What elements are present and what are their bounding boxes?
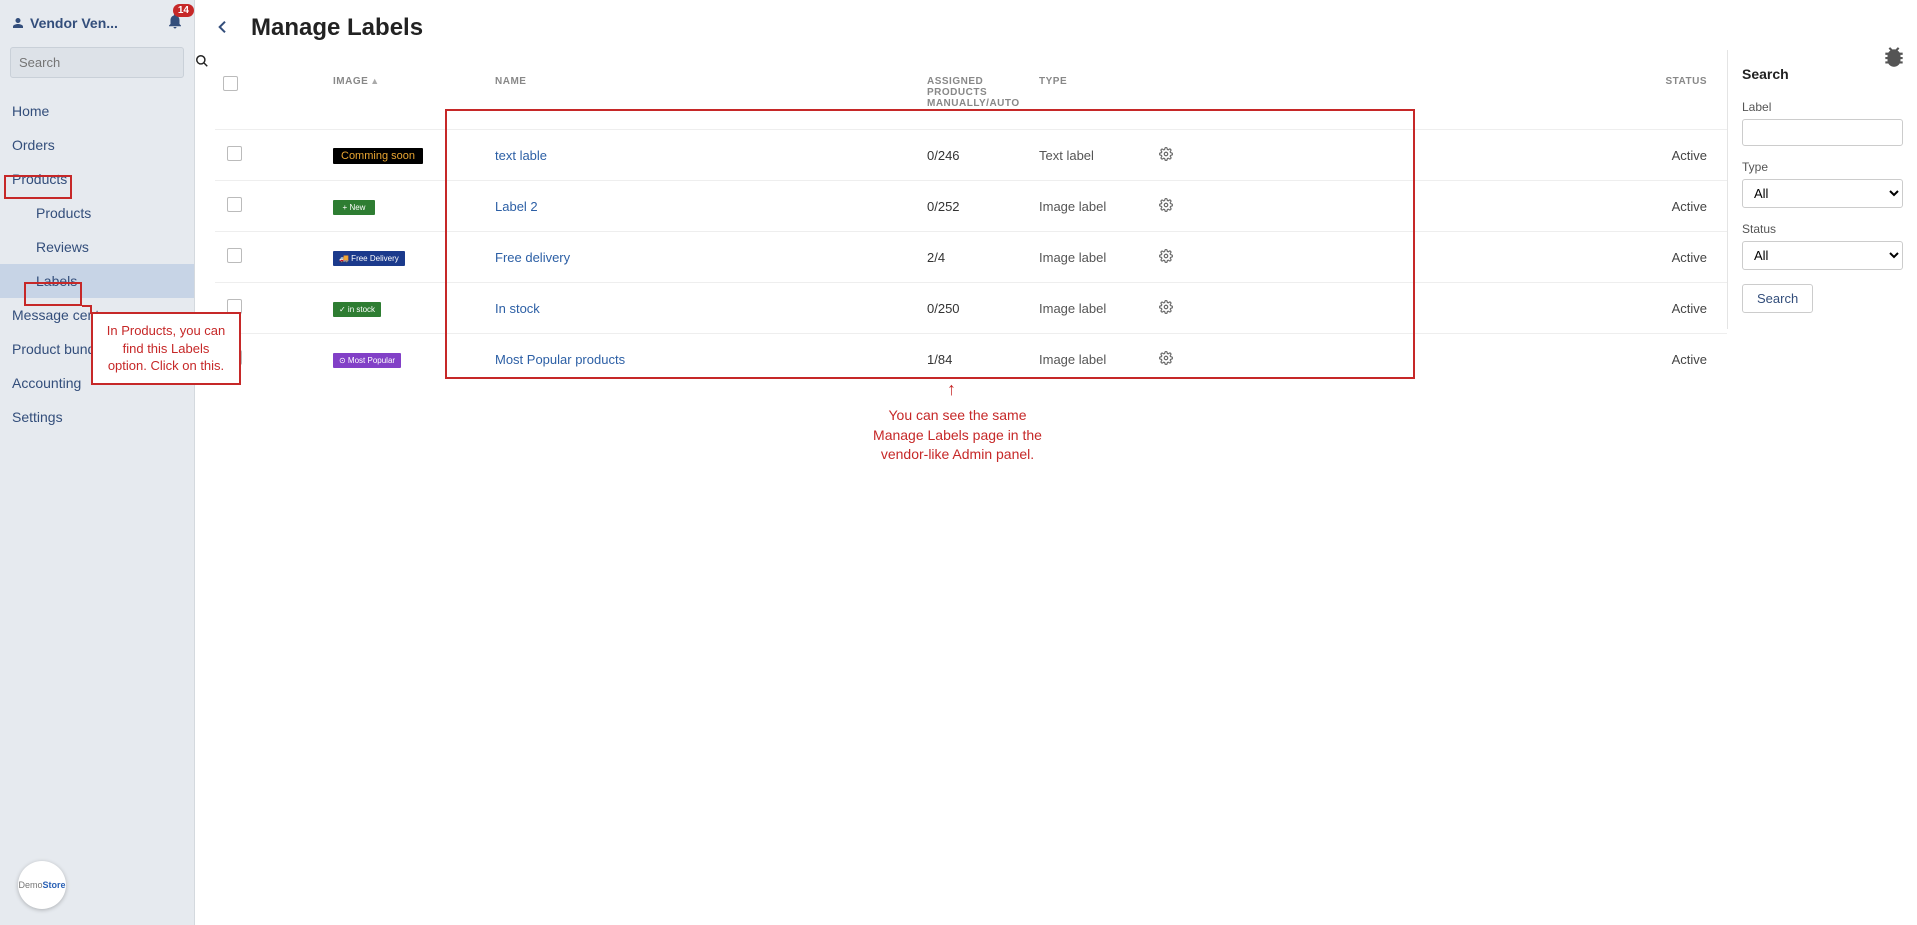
sidebar-item-products[interactable]: Products bbox=[0, 162, 194, 196]
sidebar-search[interactable] bbox=[10, 47, 184, 78]
table-row: ✓ in stock In stock 0/250Image label Active bbox=[215, 283, 1727, 334]
gear-icon bbox=[1159, 147, 1173, 161]
label-preview: ✓ in stock bbox=[333, 302, 381, 317]
vendor-selector[interactable]: Vendor Ven... bbox=[12, 15, 118, 31]
notifications-button[interactable]: 14 bbox=[166, 12, 184, 33]
col-image[interactable]: IMAGE▲ bbox=[263, 66, 487, 130]
status-cell[interactable]: Active bbox=[1211, 283, 1727, 334]
label-name-link[interactable]: In stock bbox=[495, 301, 540, 316]
label-field[interactable] bbox=[1742, 119, 1903, 146]
status-field-label: Status bbox=[1742, 222, 1903, 236]
main: Manage Labels IMAGE▲ NAME ASSIGNED PRODU… bbox=[195, 0, 1917, 925]
labels-table: IMAGE▲ NAME ASSIGNED PRODUCTS MANUALLY/A… bbox=[215, 66, 1727, 384]
user-icon bbox=[12, 17, 24, 29]
label-preview: + New bbox=[333, 200, 375, 215]
label-preview: 🚚 Free Delivery bbox=[333, 251, 405, 266]
col-status[interactable]: STATUS bbox=[1211, 66, 1727, 130]
assigned-cell: 1/84 bbox=[919, 334, 1031, 385]
sidebar-item-settings[interactable]: Settings bbox=[0, 400, 194, 434]
sidebar: Vendor Ven... 14 Home Orders Products Pr… bbox=[0, 0, 195, 925]
store-badge[interactable]: DemoStore bbox=[18, 861, 66, 909]
type-field-label: Type bbox=[1742, 160, 1903, 174]
notification-count: 14 bbox=[173, 4, 194, 17]
gear-icon bbox=[1159, 300, 1173, 314]
back-button[interactable] bbox=[215, 19, 231, 38]
col-type[interactable]: TYPE bbox=[1031, 66, 1151, 130]
label-name-link[interactable]: Label 2 bbox=[495, 199, 538, 214]
row-checkbox[interactable] bbox=[227, 197, 242, 212]
status-cell[interactable]: Active bbox=[1211, 130, 1727, 181]
gear-icon bbox=[1159, 198, 1173, 212]
type-cell: Image label bbox=[1031, 334, 1151, 385]
status-cell[interactable]: Active bbox=[1211, 181, 1727, 232]
status-cell[interactable]: Active bbox=[1211, 232, 1727, 283]
sidebar-nav: Home Orders Products Products Reviews La… bbox=[0, 88, 194, 440]
store-badge-demo: Demo bbox=[18, 880, 42, 890]
sidebar-search-input[interactable] bbox=[19, 55, 195, 70]
row-settings-button[interactable] bbox=[1159, 353, 1173, 368]
search-button[interactable]: Search bbox=[1742, 284, 1813, 313]
label-name-link[interactable]: Most Popular products bbox=[495, 352, 625, 367]
label-name-link[interactable]: Free delivery bbox=[495, 250, 570, 265]
bug-report-button[interactable] bbox=[1881, 44, 1907, 73]
status-cell[interactable]: Active bbox=[1211, 334, 1727, 385]
annotation-arrow-up-icon: ↑ bbox=[947, 380, 956, 398]
row-settings-button[interactable] bbox=[1159, 149, 1173, 164]
col-name[interactable]: NAME bbox=[487, 66, 919, 130]
type-cell: Text label bbox=[1031, 130, 1151, 181]
select-all-checkbox[interactable] bbox=[223, 76, 238, 91]
table-row: Comming soon text lable 0/246Text label Act… bbox=[215, 130, 1727, 181]
type-cell: Image label bbox=[1031, 232, 1151, 283]
annotation-products-text: In Products, you can find this Labels op… bbox=[91, 312, 241, 385]
type-select[interactable]: All bbox=[1742, 179, 1903, 208]
type-cell: Image label bbox=[1031, 181, 1151, 232]
arrow-left-icon bbox=[215, 19, 231, 35]
sidebar-item-orders[interactable]: Orders bbox=[0, 128, 194, 162]
sort-asc-icon: ▲ bbox=[370, 76, 379, 86]
gear-icon bbox=[1159, 249, 1173, 263]
store-badge-store: Store bbox=[43, 880, 66, 890]
assigned-cell: 0/246 bbox=[919, 130, 1031, 181]
assigned-cell: 0/250 bbox=[919, 283, 1031, 334]
label-preview: Comming soon bbox=[333, 148, 423, 164]
page-title: Manage Labels bbox=[251, 14, 423, 42]
sidebar-item-reviews[interactable]: Reviews bbox=[0, 230, 194, 264]
vendor-name: Vendor Ven... bbox=[30, 15, 118, 31]
gear-icon bbox=[1159, 351, 1173, 365]
table-row: 🚚 Free Delivery Free delivery 2/4Image lab… bbox=[215, 232, 1727, 283]
assigned-cell: 0/252 bbox=[919, 181, 1031, 232]
label-preview: ⊙ Most Popular bbox=[333, 353, 401, 368]
sidebar-item-home[interactable]: Home bbox=[0, 94, 194, 128]
annotation-table-text: You can see the same Manage Labels page … bbox=[865, 406, 1050, 465]
row-checkbox[interactable] bbox=[227, 248, 242, 263]
sidebar-item-labels[interactable]: Labels bbox=[0, 264, 194, 298]
sidebar-item-products-sub[interactable]: Products bbox=[0, 196, 194, 230]
bug-icon bbox=[1881, 44, 1907, 70]
label-name-link[interactable]: text lable bbox=[495, 148, 547, 163]
row-settings-button[interactable] bbox=[1159, 302, 1173, 317]
label-field-label: Label bbox=[1742, 100, 1903, 114]
row-checkbox[interactable] bbox=[227, 146, 242, 161]
assigned-cell: 2/4 bbox=[919, 232, 1031, 283]
row-settings-button[interactable] bbox=[1159, 200, 1173, 215]
row-settings-button[interactable] bbox=[1159, 251, 1173, 266]
col-assigned[interactable]: ASSIGNED PRODUCTS MANUALLY/AUTO bbox=[919, 66, 1031, 130]
table-row: ⊙ Most Popular Most Popular products 1/84I… bbox=[215, 334, 1727, 385]
search-panel-title: Search bbox=[1742, 66, 1903, 82]
table-row: + New Label 2 0/252Image label Active bbox=[215, 181, 1727, 232]
status-select[interactable]: All bbox=[1742, 241, 1903, 270]
search-panel: Search Label Type All Status All Search bbox=[1727, 50, 1917, 329]
type-cell: Image label bbox=[1031, 283, 1151, 334]
